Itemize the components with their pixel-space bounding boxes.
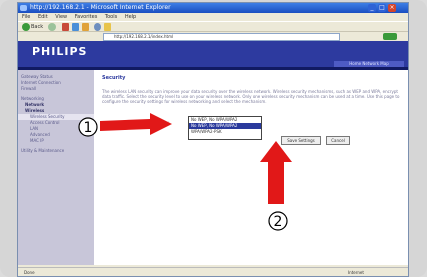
search-icon[interactable] [94,23,101,31]
refresh-icon[interactable] [72,23,79,31]
menu-view[interactable]: View [55,14,67,20]
philips-logo: PHILIPS [32,45,88,58]
screenshot-frame: http://192.168.2.1 - Microsoft Internet … [0,0,427,277]
ie-icon [20,5,27,11]
sidebar-item-mac-ip[interactable]: MAC IP [18,138,94,144]
window-title: http://192.168.2.1 - Microsoft Internet … [30,4,171,11]
site-header: PHILIPS Home Network Map [18,41,408,67]
save-settings-button[interactable]: Save Settings [281,136,321,145]
status-text: Done [24,270,35,275]
sidebar-item-utility-maintenance[interactable]: Utility & Maintenance [18,148,94,154]
page-description: The wireless LAN security can improve yo… [102,89,400,104]
stop-icon[interactable] [62,23,69,31]
browser-window: http://192.168.2.1 - Microsoft Internet … [17,2,409,277]
main-panel: Security The wireless LAN security can i… [98,71,404,261]
favorites-icon[interactable] [104,23,111,31]
security-dropdown[interactable]: No WEP, No WPA/WPA2 No WEP, No WPA/WPA2 … [188,116,262,140]
menu-file[interactable]: File [22,14,30,20]
menu-favorites[interactable]: Favorites [75,14,98,20]
title-bar: http://192.168.2.1 - Microsoft Internet … [18,3,408,13]
address-input[interactable]: http://192.168.2.1/index.html [103,33,340,41]
status-zone: Internet [348,270,364,275]
menu-help[interactable]: Help [125,14,136,20]
maximize-button[interactable]: □ [378,4,386,12]
page-content: PHILIPS Home Network Map Gateway Status … [18,41,408,265]
back-icon[interactable] [22,23,30,31]
home-icon[interactable] [82,23,89,31]
minimize-button[interactable]: _ [368,4,376,12]
sidebar: Gateway Status Internet Connection Firew… [18,70,94,265]
security-label: Wireless Security [134,120,169,125]
forward-icon[interactable] [48,23,56,31]
close-button[interactable]: × [388,4,396,12]
address-bar: http://192.168.2.1/index.html [18,31,408,41]
cancel-button[interactable]: Cancel [326,136,350,145]
security-option-wpa-psk[interactable]: WPA/WPA2-PSK [189,129,261,135]
status-bar: Done Internet [18,267,408,276]
sidebar-item-firewall[interactable]: Firewall [18,86,94,92]
menu-bar: File Edit View Favorites Tools Help [18,13,408,21]
menu-edit[interactable]: Edit [38,14,48,20]
page-title: Security [102,75,126,81]
go-icon[interactable] [383,33,397,40]
menu-tools[interactable]: Tools [105,14,117,20]
